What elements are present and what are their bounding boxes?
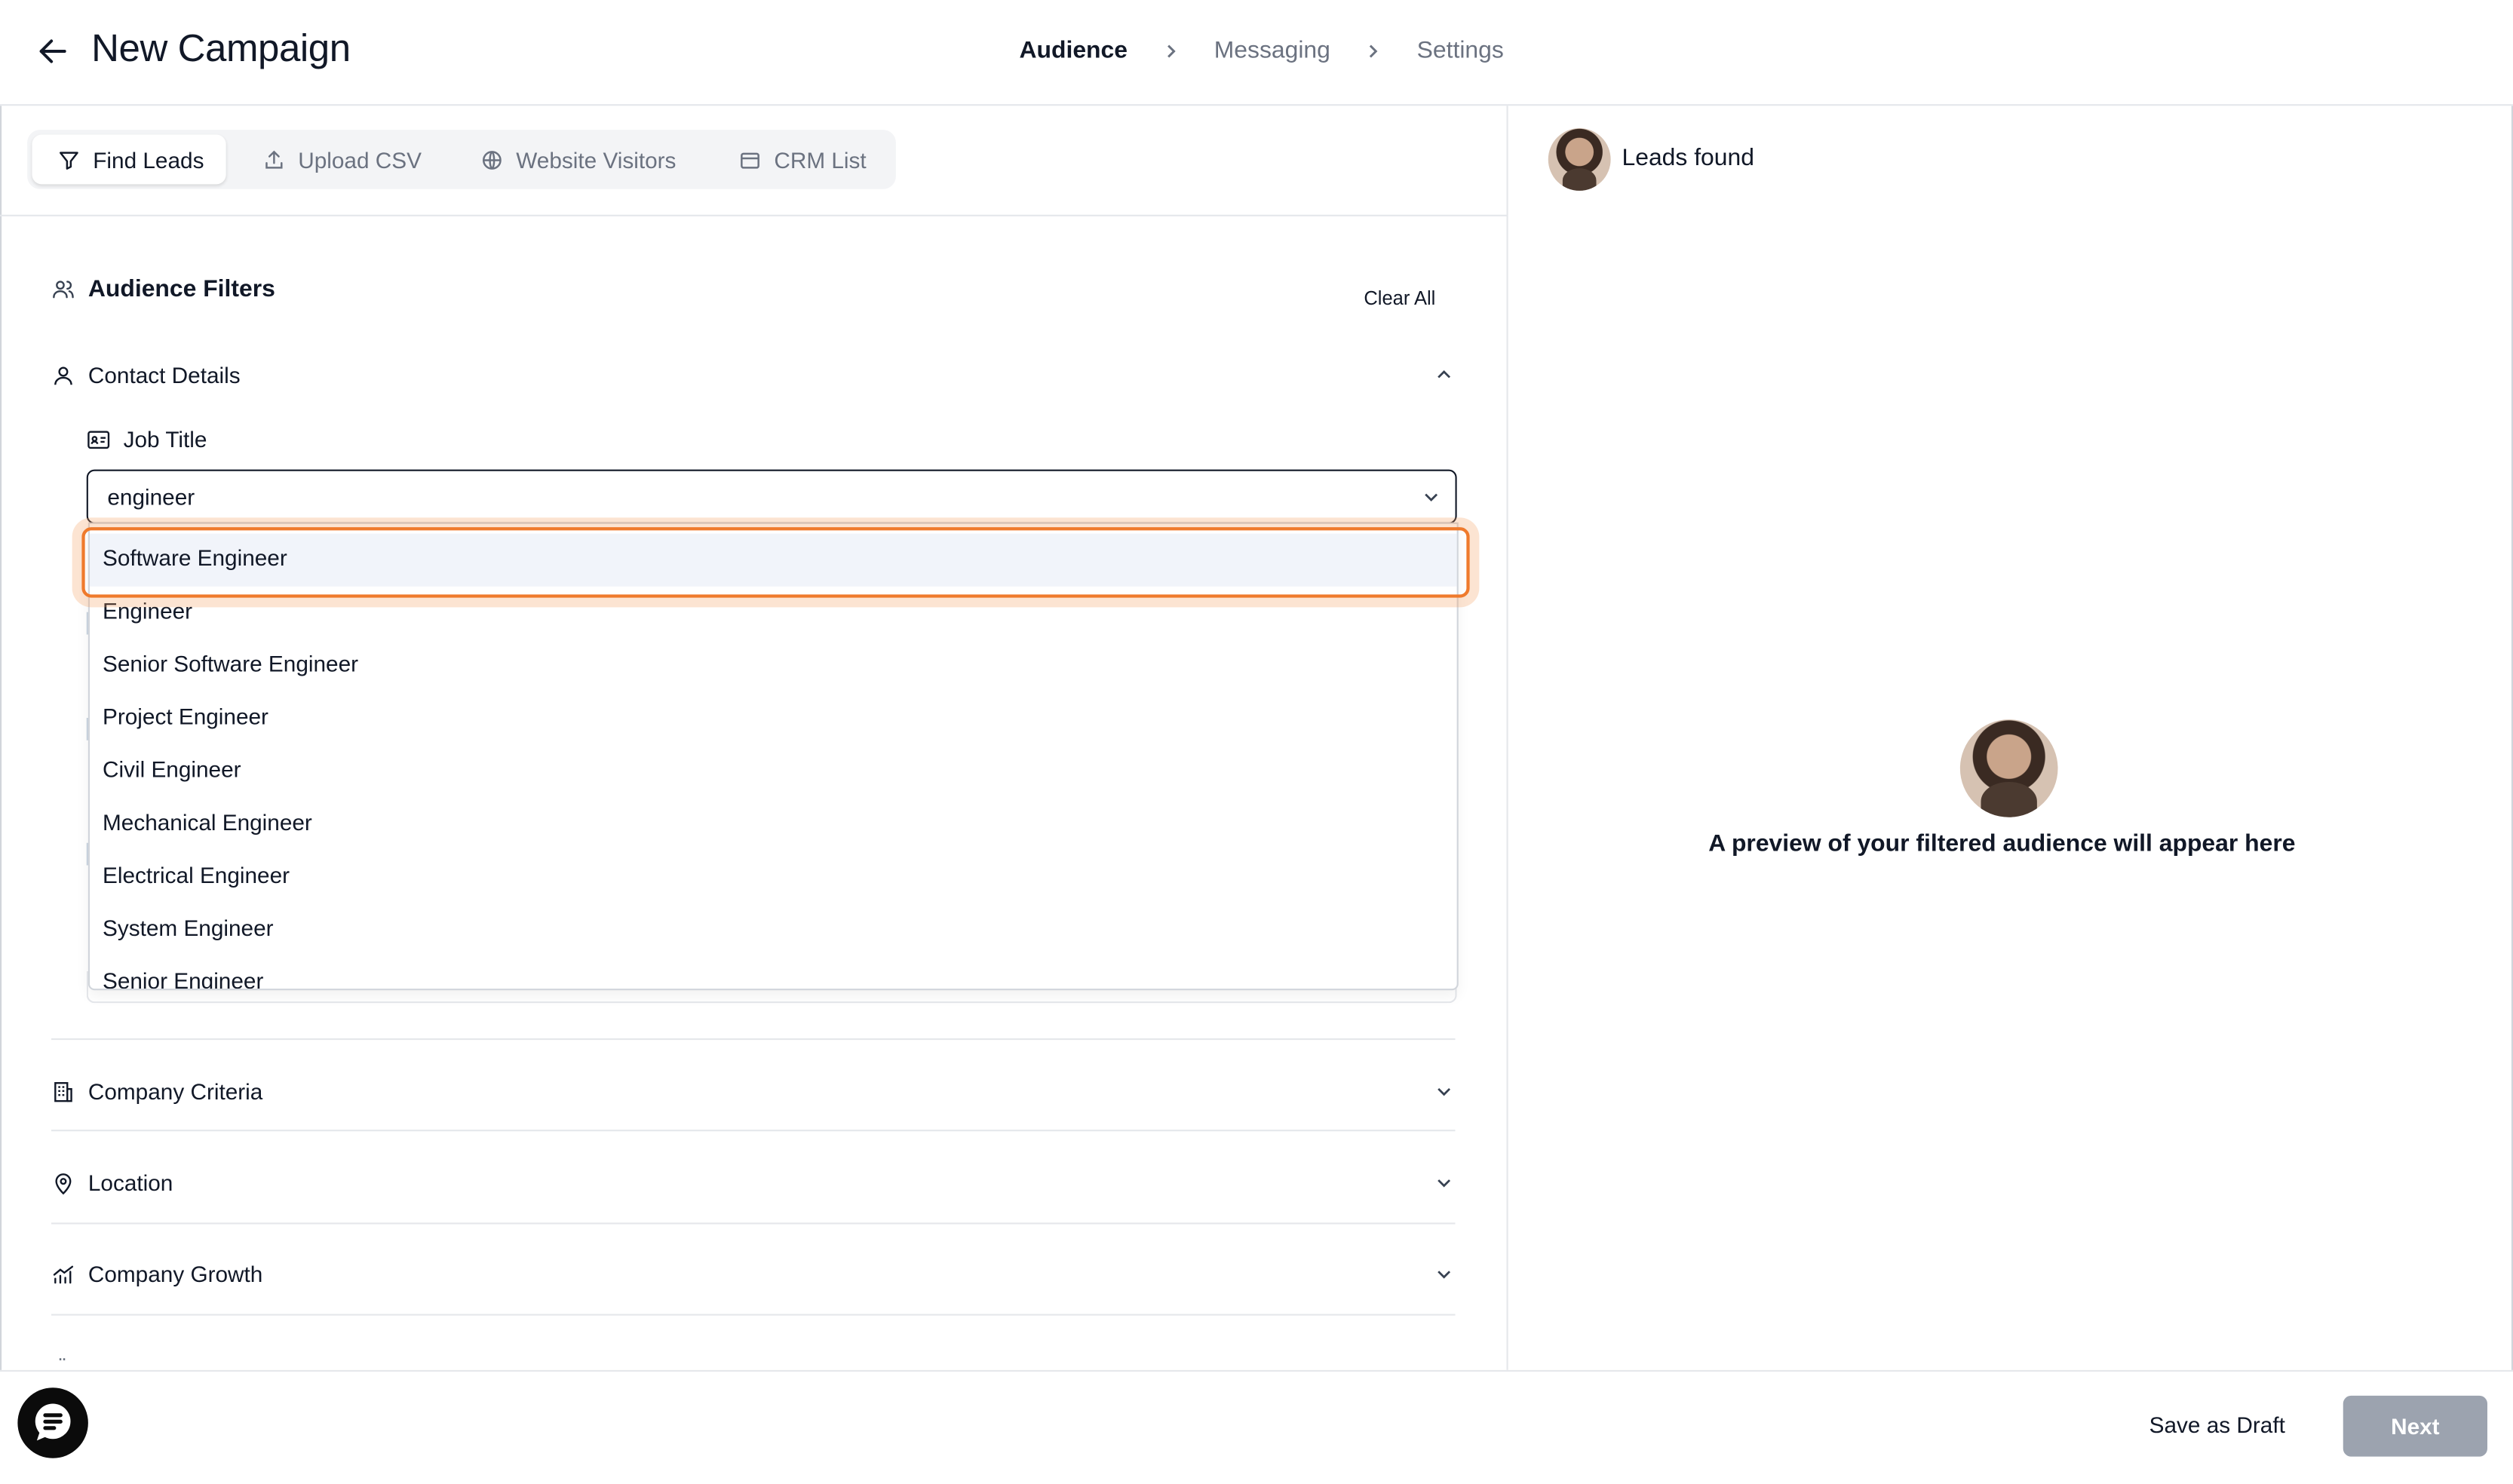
filter-icon: [59, 151, 78, 169]
tab-find-leads[interactable]: Find Leads: [32, 134, 227, 185]
tab-upload-csv[interactable]: Upload CSV: [263, 135, 422, 185]
chevron-down-icon: [1438, 1087, 1451, 1096]
section-label: Contact Details: [87, 362, 241, 388]
section-label: Company Criteria: [87, 1078, 263, 1105]
upload-icon: [265, 149, 283, 168]
option-label: Senior Software Engineer: [103, 650, 359, 676]
next-button[interactable]: Next: [2343, 1395, 2487, 1457]
tab-crm-list[interactable]: CRM List: [739, 135, 867, 185]
chevron-down-icon[interactable]: [1423, 489, 1439, 504]
option-label: Engineer: [103, 597, 193, 624]
map-pin-icon: [55, 1173, 72, 1194]
building-icon: [54, 1081, 72, 1102]
tab-website-visitors[interactable]: Website Visitors: [481, 135, 677, 185]
chat-widget-button[interactable]: [17, 1387, 88, 1458]
job-title-input[interactable]: engineer: [107, 484, 195, 510]
leads-found-label: Leads found: [1622, 144, 1754, 172]
field-label-text: Job Title: [123, 426, 207, 452]
users-icon: [53, 281, 74, 299]
chat-icon: [35, 1403, 71, 1441]
page-title: New Campaign: [91, 27, 351, 71]
chevron-right-icon: [1167, 44, 1175, 57]
more-sections-indicator: ..: [57, 1342, 67, 1366]
chevron-down-icon: [1438, 1179, 1451, 1188]
dropdown-option[interactable]: Senior Engineer: [90, 957, 1457, 991]
dropdown-option[interactable]: System Engineer: [90, 904, 1457, 957]
chevron-down-icon: [1438, 1271, 1451, 1279]
tab-label: Find Leads: [93, 146, 204, 173]
clear-all-button[interactable]: Clear All: [1364, 287, 1435, 309]
option-label: Civil Engineer: [103, 756, 241, 782]
globe-icon: [482, 150, 502, 169]
step-settings[interactable]: Settings: [1417, 37, 1504, 64]
company-criteria-header[interactable]: Company Criteria: [51, 1078, 1456, 1104]
growth-chart-icon: [53, 1265, 74, 1283]
location-header[interactable]: Location: [51, 1170, 1456, 1195]
option-label: Mechanical Engineer: [103, 809, 312, 836]
tab-label: CRM List: [774, 146, 867, 173]
tab-label: Upload CSV: [298, 146, 422, 173]
divider: [51, 1222, 1456, 1225]
option-label: Electrical Engineer: [103, 862, 290, 888]
app-root: New Campaign Audience Messaging Settings…: [0, 0, 2513, 1484]
tab-label: Website Visitors: [516, 146, 677, 173]
contact-details-header[interactable]: Contact Details: [51, 362, 1456, 388]
divider: [51, 1038, 1456, 1041]
source-tabs-bar: Find Leads Upload CSV Website Visitors C…: [0, 106, 1507, 216]
back-arrow-icon[interactable]: [35, 34, 71, 69]
footer-bar: [0, 1369, 2513, 1484]
option-label: Project Engineer: [103, 703, 268, 729]
audience-filters-heading: Audience Filters: [51, 276, 275, 303]
source-tabs: Find Leads Upload CSV Website Visitors C…: [27, 130, 896, 189]
dropdown-option[interactable]: Mechanical Engineer: [90, 798, 1457, 851]
avatar: [1548, 128, 1611, 191]
preview-message: A preview of your filtered audience will…: [1708, 829, 2296, 857]
preview-avatar: [1959, 719, 2058, 817]
dropdown-option[interactable]: Electrical Engineer: [90, 851, 1457, 903]
divider: [51, 1130, 1456, 1132]
user-icon: [54, 366, 72, 385]
chevron-up-icon: [1438, 370, 1451, 379]
section-label: Company Growth: [87, 1261, 263, 1287]
dropdown-option[interactable]: Senior Software Engineer: [90, 639, 1457, 692]
option-label: Senior Engineer: [103, 967, 264, 991]
section-label: Location: [87, 1170, 173, 1196]
save-draft-button[interactable]: Save as Draft: [2149, 1412, 2285, 1437]
stepper: Audience Messaging Settings: [1020, 37, 1504, 64]
job-title-label: Job Title: [87, 426, 207, 452]
company-growth-header[interactable]: Company Growth: [51, 1261, 1456, 1286]
dropdown-option[interactable]: Civil Engineer: [90, 745, 1457, 798]
dropdown-option[interactable]: Project Engineer: [90, 692, 1457, 745]
step-audience[interactable]: Audience: [1020, 37, 1128, 64]
chevron-right-icon: [1369, 44, 1378, 57]
job-title-select[interactable]: engineer: [86, 469, 1457, 524]
id-card-icon: [87, 430, 110, 449]
calendar-icon: [741, 152, 759, 168]
option-highlight-ring: [81, 527, 1470, 598]
top-header: New Campaign Audience Messaging Settings: [0, 0, 2513, 106]
filters-title: Audience Filters: [87, 275, 275, 303]
option-label: System Engineer: [103, 915, 274, 941]
divider: [51, 1314, 1456, 1316]
step-messaging[interactable]: Messaging: [1214, 37, 1330, 64]
